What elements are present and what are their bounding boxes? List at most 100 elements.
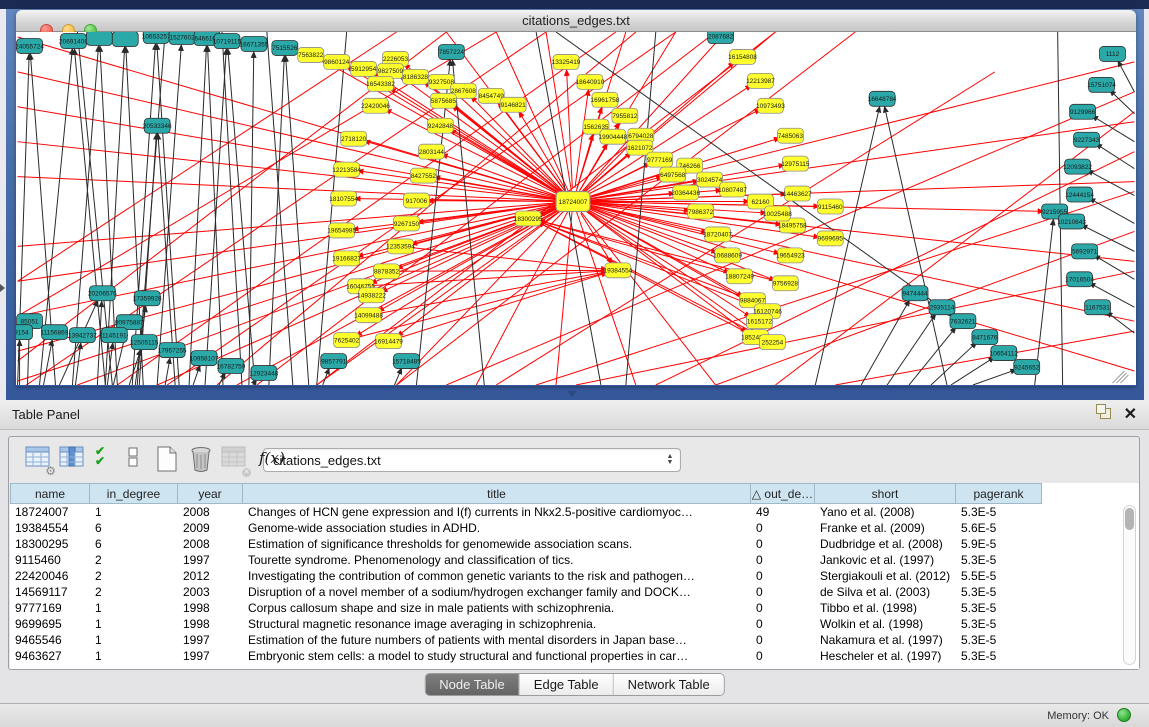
graph-node[interactable]: 16914479 xyxy=(374,334,403,349)
graph-node[interactable]: 16671355 xyxy=(240,36,269,51)
graph-node[interactable]: 18107554 xyxy=(329,191,358,206)
graph-node[interactable]: 10958107 xyxy=(190,351,219,366)
column-header-year[interactable]: year xyxy=(178,483,243,504)
graph-node[interactable]: 12093822 xyxy=(1063,159,1092,174)
graph-node[interactable]: 7485063 xyxy=(777,128,803,143)
graph-node[interactable]: 7563822 xyxy=(298,47,324,62)
graph-node[interactable]: 16154808 xyxy=(728,49,757,64)
graph-node[interactable]: 16782759 xyxy=(217,359,246,374)
graph-node[interactable]: 13942737 xyxy=(68,328,97,343)
graph-node[interactable]: 9115460 xyxy=(817,199,843,214)
graph-node[interactable]: 9756928 xyxy=(772,276,798,291)
table-row[interactable]: 2242004622012Investigating the contribut… xyxy=(10,568,1139,584)
graph-node[interactable]: 12923448 xyxy=(249,366,278,381)
graph-node[interactable]: 17359928 xyxy=(133,291,162,306)
graph-node[interactable]: 10688609 xyxy=(713,248,742,263)
graph-node[interactable]: 16543382 xyxy=(366,76,395,91)
select-rows-icon[interactable]: ✔✔ xyxy=(95,446,105,470)
graph-node[interactable]: 1527602 xyxy=(169,32,195,44)
graph-node[interactable]: 2803144 xyxy=(418,144,444,159)
graph-node[interactable]: 9227343 xyxy=(1074,132,1100,147)
graph-node[interactable]: 10653257 xyxy=(142,32,171,43)
tab-node-table[interactable]: Node Table xyxy=(425,674,520,695)
tab-network-table[interactable]: Network Table xyxy=(614,674,724,695)
graph-node[interactable]: 9860124 xyxy=(324,54,350,69)
delete-column-icon[interactable] xyxy=(189,446,213,477)
graph-node[interactable]: 12213987 xyxy=(746,73,775,88)
graph-node[interactable]: 917006 xyxy=(403,193,429,208)
graph-node[interactable]: 2087682 xyxy=(708,32,734,43)
graph-node[interactable]: 22420046 xyxy=(361,98,390,113)
table-row[interactable]: 1456911722003Disruption of a novel membe… xyxy=(10,584,1139,600)
graph-node[interactable]: 12353594 xyxy=(386,239,415,254)
table-row[interactable]: 977716911998Corpus callosum shape and si… xyxy=(10,600,1139,616)
graph-node[interactable]: 15751074 xyxy=(1087,77,1116,92)
splitter-handle-icon[interactable] xyxy=(567,391,577,397)
graph-node[interactable]: 10210643 xyxy=(1057,214,1086,229)
graph-node[interactable]: 10807487 xyxy=(718,182,747,197)
graph-node[interactable]: 19904448 xyxy=(599,129,628,144)
graph-node[interactable]: 19654985 xyxy=(327,223,356,238)
column-header-name[interactable]: name xyxy=(10,483,90,504)
graph-node[interactable]: 5692971 xyxy=(1072,244,1098,259)
graph-node[interactable]: 7632621 xyxy=(950,314,976,329)
network-view[interactable]: 2405572420691406106532571527602646616010… xyxy=(16,32,1136,385)
show-columns-icon[interactable] xyxy=(59,446,86,474)
graph-node[interactable]: 7986372 xyxy=(688,204,714,219)
graph-node[interactable]: 252254 xyxy=(759,335,785,350)
graph-node[interactable]: 24055724 xyxy=(16,38,44,53)
network-canvas[interactable]: 2405572420691406106532571527602646616010… xyxy=(16,32,1136,385)
table-row[interactable]: 1830029562008Estimation of significance … xyxy=(10,536,1139,552)
table-row[interactable]: 946362711997Embryonic stem cells: a mode… xyxy=(10,648,1139,664)
table-selector-combobox[interactable]: citations_edges.txt ▲▼ xyxy=(263,448,681,472)
table-row[interactable]: 1938455462009Genome-wide association stu… xyxy=(10,520,1139,536)
graph-node[interactable]: 7515526 xyxy=(272,40,298,55)
graph-node[interactable]: 1167531 xyxy=(1085,300,1111,315)
graph-node[interactable]: 18807249 xyxy=(725,269,754,284)
graph-node[interactable]: 9699695 xyxy=(817,231,843,246)
graph-node[interactable]: 14099488 xyxy=(354,308,383,323)
column-header-title[interactable]: title xyxy=(243,483,751,504)
column-header-out_de[interactable]: △ out_de… xyxy=(751,483,815,504)
graph-node[interactable]: 10654112 xyxy=(990,346,1019,361)
graph-node[interactable]: 17957255 xyxy=(158,343,187,358)
table-mode-icon[interactable]: ⚙ xyxy=(25,446,52,474)
scrollbar-thumb[interactable] xyxy=(1125,508,1134,530)
row-height-icon[interactable] xyxy=(127,446,139,473)
graph-node[interactable]: 8471676 xyxy=(972,330,998,345)
graph-node[interactable]: 9857791 xyxy=(321,354,347,369)
column-header-short[interactable]: short xyxy=(815,483,956,504)
graph-node[interactable]: 19384554 xyxy=(603,263,632,278)
table-row[interactable]: 946554611997Estimation of the future num… xyxy=(10,632,1139,648)
graph-node[interactable]: 9242848 xyxy=(427,118,453,133)
graph-node[interactable]: 7857224 xyxy=(438,44,464,59)
graph-node[interactable]: 9146821 xyxy=(500,97,526,112)
graph-node[interactable]: 11156869 xyxy=(41,325,69,340)
graph-node[interactable]: 7955812 xyxy=(612,108,638,123)
graph-node[interactable] xyxy=(112,32,138,46)
graph-node[interactable]: 13325419 xyxy=(552,54,581,69)
graph-node[interactable]: 12505115 xyxy=(130,335,159,350)
graph-node[interactable]: 12975115 xyxy=(781,156,810,171)
float-panel-icon[interactable] xyxy=(1100,408,1111,419)
graph-node[interactable]: 2935114 xyxy=(929,300,955,315)
graph-node[interactable]: 7625402 xyxy=(334,333,360,348)
graph-node[interactable]: 9474444 xyxy=(902,286,928,301)
graph-node[interactable]: 8186328 xyxy=(402,69,428,84)
table-scrollbar[interactable] xyxy=(1123,505,1136,665)
new-column-icon[interactable] xyxy=(155,446,179,477)
close-panel-icon[interactable]: ✕ xyxy=(1124,404,1137,424)
table-row[interactable]: 1872400712008Changes of HCN gene express… xyxy=(10,504,1139,520)
graph-node[interactable]: 8427552 xyxy=(410,168,436,183)
graph-node[interactable]: 18640910 xyxy=(576,74,605,89)
graph-node[interactable]: 9777169 xyxy=(647,152,673,167)
graph-node[interactable]: 10719115 xyxy=(213,33,242,48)
graph-node[interactable]: 9267150 xyxy=(394,216,420,231)
graph-node[interactable]: 1145191 xyxy=(101,328,127,343)
graph-node[interactable]: 2718120 xyxy=(341,131,367,146)
graph-node[interactable]: 10025488 xyxy=(763,206,792,221)
graph-node[interactable]: 12444154 xyxy=(1065,187,1094,202)
graph-node[interactable]: 6497568 xyxy=(660,167,686,182)
graph-node[interactable]: 16961758 xyxy=(591,92,620,107)
graph-node[interactable]: 10973493 xyxy=(756,98,785,113)
